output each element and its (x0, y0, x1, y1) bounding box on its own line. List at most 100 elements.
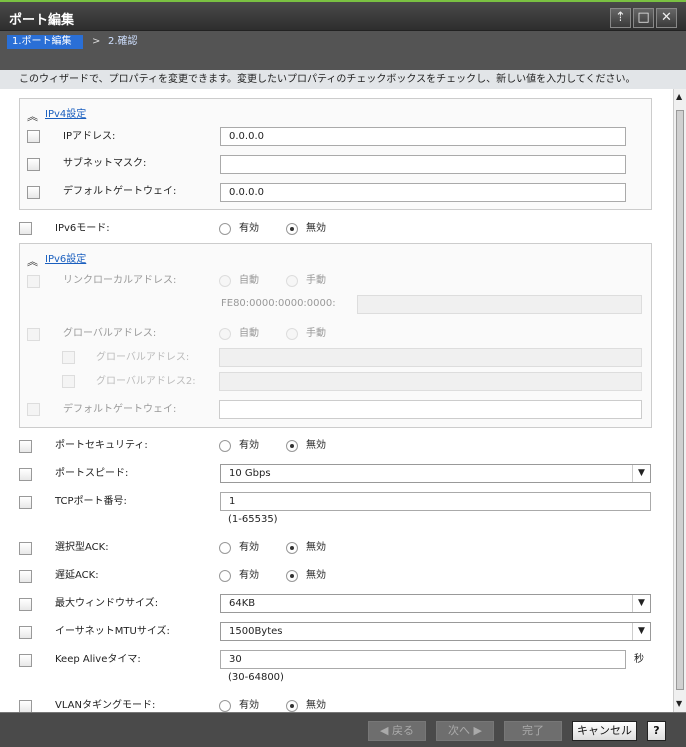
scrollbar-thumb[interactable] (676, 110, 684, 690)
link-local-auto-radio[interactable] (219, 275, 231, 287)
ipv6-gateway-label: デフォルトゲートウェイ: (63, 404, 177, 415)
delayed-ack-label: 遅延ACK: (55, 570, 99, 581)
port-security-label: ポートセキュリティ: (55, 440, 148, 451)
selective-ack-on-radio[interactable] (219, 542, 231, 554)
tcp-port-checkbox[interactable] (19, 496, 32, 509)
close-button[interactable]: ✕ (656, 8, 677, 28)
global-manual-radio[interactable] (286, 328, 298, 340)
collapse-icon[interactable]: ︽ (27, 253, 38, 269)
port-security-off-radio[interactable] (286, 440, 298, 452)
mtu-checkbox[interactable] (19, 626, 32, 639)
mtu-select[interactable]: 1500Bytes ▼ (220, 622, 651, 641)
port-speed-label: ポートスピード: (55, 468, 129, 479)
window-size-label: 最大ウィンドウサイズ: (55, 598, 159, 609)
tcp-port-range: (1-65535) (228, 514, 278, 525)
default-gateway-label: デフォルトゲートウェイ: (63, 186, 177, 197)
default-gateway-input[interactable]: 0.0.0.0 (220, 183, 626, 202)
keep-alive-checkbox[interactable] (19, 654, 32, 667)
ip-address-label: IPアドレス: (63, 131, 116, 142)
link-local-prefix: FE80:0000:0000:0000: (221, 298, 336, 309)
global-auto-radio[interactable] (219, 328, 231, 340)
global-address-checkbox[interactable] (27, 328, 40, 341)
ipv6-mode-checkbox[interactable] (19, 222, 32, 235)
ipv6-mode-label: IPv6モード: (55, 223, 110, 234)
port-speed-checkbox[interactable] (19, 468, 32, 481)
mtu-label: イーサネットMTUサイズ: (55, 626, 170, 637)
radio-label: 有効 (239, 440, 259, 451)
subnet-mask-checkbox[interactable] (27, 158, 40, 171)
radio-label: 無効 (306, 700, 326, 711)
instruction-text: このウィザードで、プロパティを変更できます。変更したいプロパティのチェックボック… (0, 70, 686, 89)
title-bar: ポート編集 ⇡ □ ✕ (0, 0, 686, 30)
ip-address-checkbox[interactable] (27, 130, 40, 143)
keep-alive-label: Keep Aliveタイマ: (55, 654, 141, 665)
next-button[interactable]: 次へ ▶ (436, 721, 494, 741)
ip-address-input[interactable]: 0.0.0.0 (220, 127, 626, 146)
global-address-1-input[interactable] (219, 348, 642, 367)
radio-label: 手動 (306, 328, 326, 339)
selective-ack-off-radio[interactable] (286, 542, 298, 554)
wizard-steps: 1.ポート編集 > 2.確認 (0, 30, 686, 70)
subnet-mask-label: サブネットマスク: (63, 158, 147, 169)
default-gateway-checkbox[interactable] (27, 186, 40, 199)
scroll-up-icon[interactable]: ▲ (676, 92, 682, 101)
delayed-ack-checkbox[interactable] (19, 570, 32, 583)
radio-label: 自動 (239, 328, 259, 339)
link-local-input[interactable] (357, 295, 642, 314)
cancel-button[interactable]: キャンセル (572, 721, 637, 741)
keep-alive-input[interactable]: 30 (220, 650, 626, 669)
tcp-port-input[interactable]: 1 (220, 492, 651, 511)
window-title: ポート編集 (9, 13, 75, 28)
ipv6-mode-off-radio[interactable] (286, 223, 298, 235)
ipv6-gateway-input[interactable] (219, 400, 642, 419)
window-size-value: 64KB (229, 598, 256, 609)
global-address-2-input[interactable] (219, 372, 642, 391)
port-security-checkbox[interactable] (19, 440, 32, 453)
selective-ack-checkbox[interactable] (19, 542, 32, 555)
back-button[interactable]: ◀ 戻る (368, 721, 426, 741)
radio-label: 有効 (239, 700, 259, 711)
ipv6-mode-on-radio[interactable] (219, 223, 231, 235)
step-1: 1.ポート編集 (7, 35, 83, 49)
ipv6-header-link[interactable]: IPv6設定 (45, 253, 86, 267)
global-address-1-checkbox[interactable] (62, 351, 75, 364)
window-size-select[interactable]: 64KB ▼ (220, 594, 651, 613)
step-separator: > (92, 36, 101, 47)
vlan-on-radio[interactable] (219, 700, 231, 712)
radio-label: 無効 (306, 542, 326, 553)
port-security-on-radio[interactable] (219, 440, 231, 452)
ipv4-header-link[interactable]: IPv4設定 (45, 108, 86, 122)
mtu-value: 1500Bytes (229, 626, 283, 637)
vlan-off-radio[interactable] (286, 700, 298, 712)
global-address-2-checkbox[interactable] (62, 375, 75, 388)
vlan-checkbox[interactable] (19, 700, 32, 712)
radio-label: 無効 (306, 570, 326, 581)
dropdown-arrow-icon: ▼ (632, 623, 650, 640)
radio-label: 自動 (239, 275, 259, 286)
radio-label: 有効 (239, 223, 259, 234)
global-address-1-label: グローバルアドレス: (96, 352, 190, 363)
ipv6-gateway-checkbox[interactable] (27, 403, 40, 416)
pin-button[interactable]: ⇡ (610, 8, 631, 28)
port-speed-select[interactable]: 10 Gbps ▼ (220, 464, 651, 483)
keep-alive-range: (30-64800) (228, 672, 284, 683)
finish-button[interactable]: 完了 (504, 721, 562, 741)
global-address-2-label: グローバルアドレス2: (96, 376, 196, 387)
vlan-label: VLANタギングモード: (55, 700, 156, 711)
scroll-down-icon[interactable]: ▼ (676, 699, 682, 708)
delayed-ack-on-radio[interactable] (219, 570, 231, 582)
window-size-checkbox[interactable] (19, 598, 32, 611)
radio-label: 有効 (239, 570, 259, 581)
link-local-checkbox[interactable] (27, 275, 40, 288)
delayed-ack-off-radio[interactable] (286, 570, 298, 582)
radio-label: 無効 (306, 223, 326, 234)
link-local-manual-radio[interactable] (286, 275, 298, 287)
collapse-icon[interactable]: ︽ (27, 108, 38, 124)
step-2: 2.確認 (108, 36, 138, 47)
maximize-button[interactable]: □ (633, 8, 654, 28)
radio-label: 手動 (306, 275, 326, 286)
help-button[interactable]: ? (647, 721, 666, 741)
link-local-label: リンクローカルアドレス: (63, 275, 177, 286)
tcp-port-label: TCPポート番号: (55, 496, 127, 507)
subnet-mask-input[interactable] (220, 155, 626, 174)
